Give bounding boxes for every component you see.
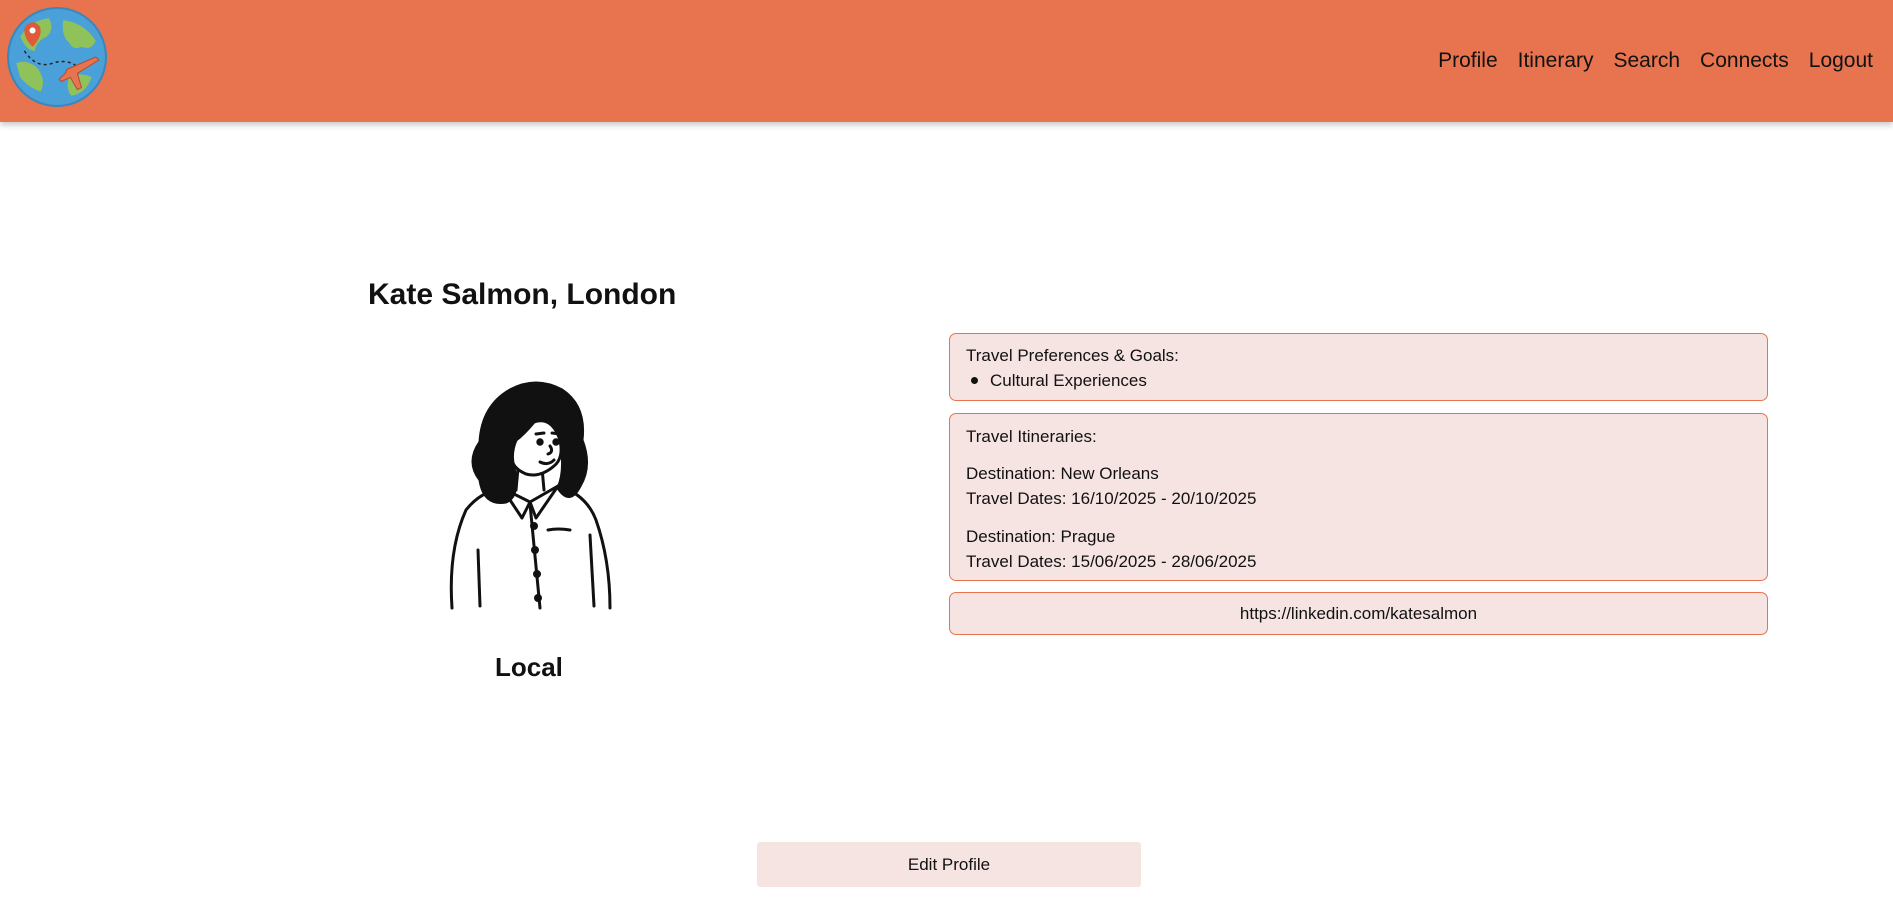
trip-destination: Destination: New Orleans [966, 464, 1159, 483]
nav-itinerary-link[interactable]: Itinerary [1518, 46, 1594, 76]
itineraries-card: Travel Itineraries: Destination: New Orl… [949, 413, 1768, 581]
trip-dates: Travel Dates: 15/06/2025 - 28/06/2025 [966, 552, 1257, 571]
social-link-card: https://linkedin.com/katesalmon [949, 592, 1768, 635]
nav-links: Profile Itinerary Search Connects Logout [1438, 46, 1893, 76]
trip-destination: Destination: Prague [966, 527, 1116, 546]
itineraries-heading: Travel Itineraries: [966, 427, 1097, 446]
trip-dates: Travel Dates: 16/10/2025 - 20/10/2025 [966, 489, 1257, 508]
itinerary-entry: Destination: New Orleans Travel Dates: 1… [966, 461, 1751, 511]
preferences-card: Travel Preferences & Goals: Cultural Exp… [949, 333, 1768, 401]
woman-avatar-icon [449, 381, 612, 610]
nav-logout-link[interactable]: Logout [1809, 46, 1873, 76]
nav-profile-link[interactable]: Profile [1438, 46, 1498, 76]
navbar: Profile Itinerary Search Connects Logout [0, 0, 1893, 122]
nav-search-link[interactable]: Search [1614, 46, 1681, 76]
preference-item-label: Cultural Experiences [990, 371, 1147, 390]
edit-profile-button[interactable]: Edit Profile [757, 842, 1141, 887]
preferences-heading: Travel Preferences & Goals: [966, 346, 1179, 365]
user-role-label: Local [495, 652, 563, 682]
bullet-icon [971, 377, 978, 384]
profile-name: Kate Salmon, London [368, 278, 677, 311]
globe-travel-logo-icon[interactable] [6, 6, 108, 108]
itinerary-entry: Destination: Prague Travel Dates: 15/06/… [966, 524, 1751, 574]
linkedin-link[interactable]: https://linkedin.com/katesalmon [1240, 604, 1477, 624]
preference-item: Cultural Experiences [966, 368, 1751, 393]
nav-connects-link[interactable]: Connects [1700, 46, 1789, 76]
